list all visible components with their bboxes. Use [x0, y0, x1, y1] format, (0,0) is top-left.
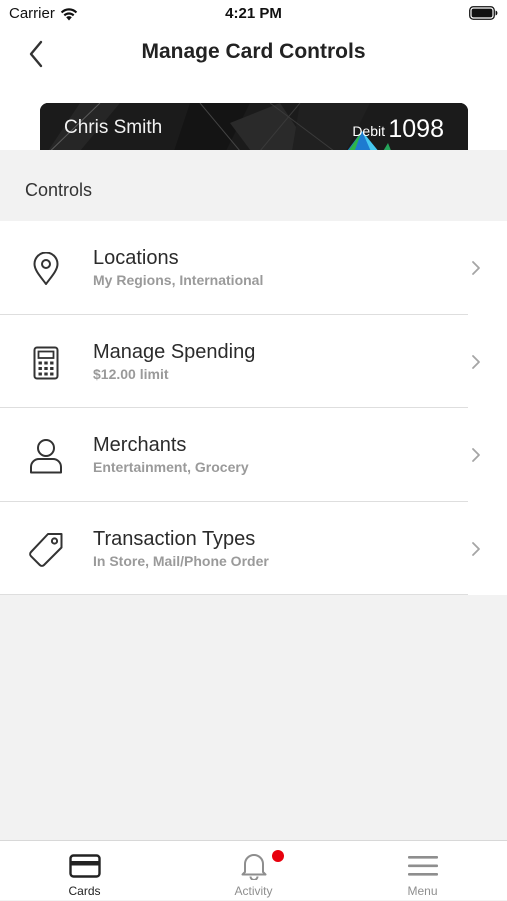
battery-icon: [469, 6, 498, 25]
control-subtitle: In Store, Mail/Phone Order: [93, 552, 269, 569]
control-row-transaction-types[interactable]: Transaction Types In Store, Mail/Phone O…: [0, 501, 507, 595]
control-title: Locations: [93, 247, 179, 269]
control-row-merchants[interactable]: Merchants Entertainment, Grocery: [0, 408, 507, 502]
tab-menu[interactable]: Menu: [338, 841, 507, 901]
controls-list: Locations My Regions, International Mana…: [0, 221, 507, 595]
status-bar: Carrier 4:21 PM: [0, 0, 507, 28]
tag-icon: [26, 530, 66, 570]
navigation-bar: Manage Card Controls: [0, 28, 507, 78]
control-subtitle: $12.00 limit: [93, 365, 169, 382]
cardholder-name: Chris Smith: [64, 117, 163, 138]
tab-activity[interactable]: Activity: [169, 841, 338, 901]
control-row-locations[interactable]: Locations My Regions, International: [0, 221, 507, 315]
control-subtitle: My Regions, International: [93, 272, 264, 288]
tab-label: Cards: [68, 884, 101, 898]
tab-bar: Cards Activity Menu: [0, 840, 507, 900]
card-preview-area: Chris Smith Debit 1098: [0, 78, 507, 163]
control-title: Transaction Types: [93, 527, 256, 550]
tab-cards[interactable]: Cards: [0, 841, 169, 901]
clock: 4:21 PM: [225, 5, 282, 22]
control-title: Merchants: [93, 434, 187, 456]
notification-badge: [272, 850, 284, 862]
chevron-right-icon: [469, 259, 483, 277]
tab-label: Activity: [234, 884, 273, 898]
control-subtitle: Entertainment, Grocery: [93, 459, 249, 475]
controls-header-label: Controls: [25, 180, 93, 200]
card-last-four: 1098: [388, 115, 444, 143]
controls-section-header: Controls: [0, 150, 507, 221]
tab-label: Menu: [407, 884, 438, 898]
chevron-right-icon: [469, 353, 483, 371]
bell-icon: [169, 851, 338, 881]
calculator-icon: [26, 343, 66, 383]
location-pin-icon: [26, 249, 66, 289]
row-divider: [0, 594, 468, 595]
card-icon: [0, 851, 169, 881]
hamburger-icon: [338, 851, 507, 881]
card-type-label: Debit: [352, 123, 385, 139]
control-title: Manage Spending: [93, 340, 256, 363]
page-title: Manage Card Controls: [141, 40, 366, 63]
chevron-right-icon: [469, 446, 483, 464]
chevron-right-icon: [469, 540, 483, 558]
person-icon: [26, 436, 66, 476]
control-row-manage-spending[interactable]: Manage Spending $12.00 limit: [0, 314, 507, 408]
